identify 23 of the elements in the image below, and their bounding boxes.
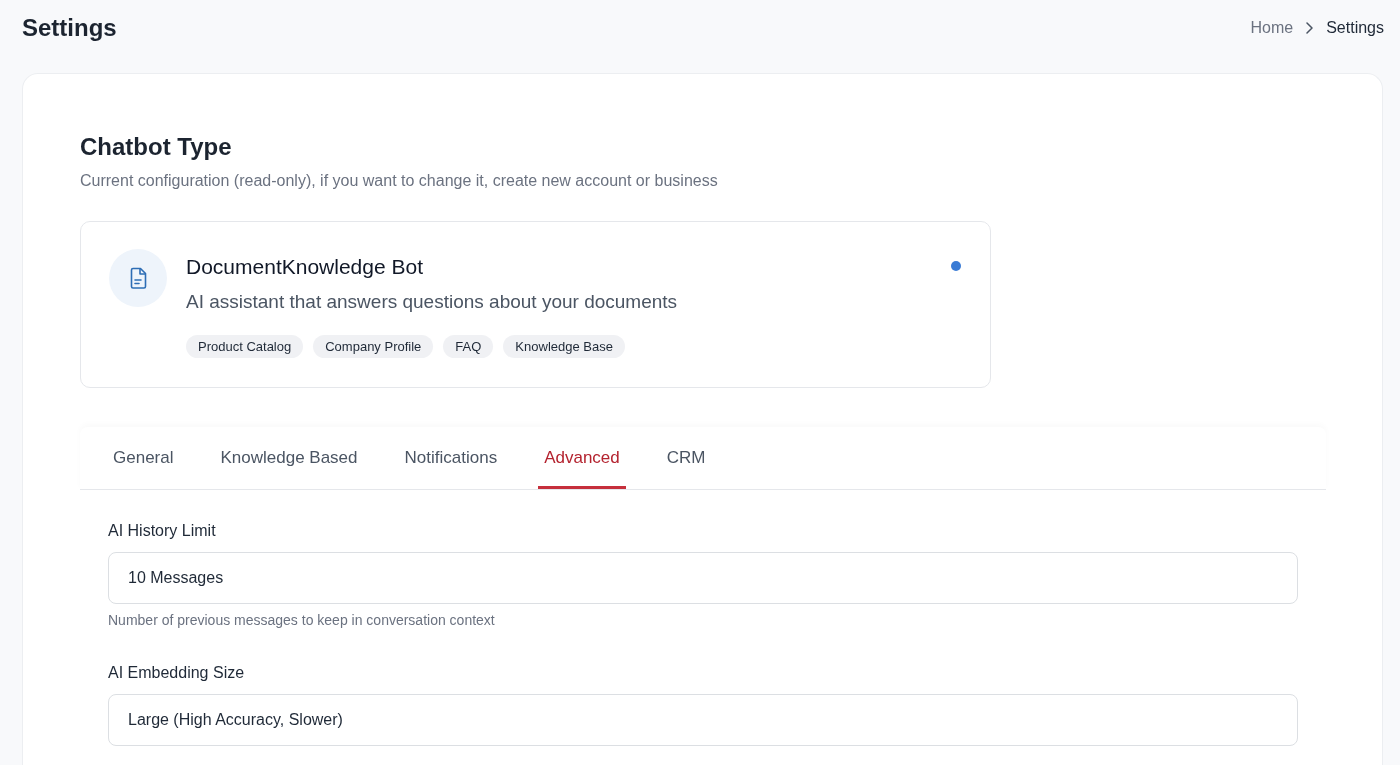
source-tag: Knowledge Base (503, 335, 625, 358)
tab[interactable]: CRM (660, 427, 712, 489)
tab[interactable]: Knowledge Based (214, 427, 364, 489)
document-icon (109, 249, 167, 307)
source-tag: Product Catalog (186, 335, 304, 358)
field-label: AI History Limit (108, 521, 216, 541)
breadcrumb-link[interactable]: Settings (1326, 17, 1384, 39)
source-tag: FAQ (443, 335, 494, 358)
chatbot-name: DocumentKnowledge Bot (186, 254, 423, 280)
tab[interactable]: General (107, 427, 180, 489)
chatbot-description: AI assistant that answers questions about your documents (186, 290, 678, 314)
breadcrumb-link[interactable]: Home (1250, 17, 1294, 39)
tab[interactable]: Advanced (538, 427, 626, 489)
input-field[interactable]: 10 Messages (108, 552, 1298, 604)
help-text: Number of previous messages to keep in conversation context (108, 611, 495, 630)
tab[interactable]: Notifications (398, 427, 504, 489)
page-title: Settings (22, 13, 117, 43)
field-label: AI Embedding Size (108, 663, 245, 683)
section-title: Chatbot Type (80, 132, 232, 162)
source-tag: Company Profile (313, 335, 434, 358)
section-subtitle: Current configuration (read-only), if you want to change it, create new account or business (80, 171, 718, 191)
chevron-right-icon (1306, 22, 1314, 34)
input-field[interactable]: Large (High Accuracy, Slower) (108, 694, 1298, 746)
